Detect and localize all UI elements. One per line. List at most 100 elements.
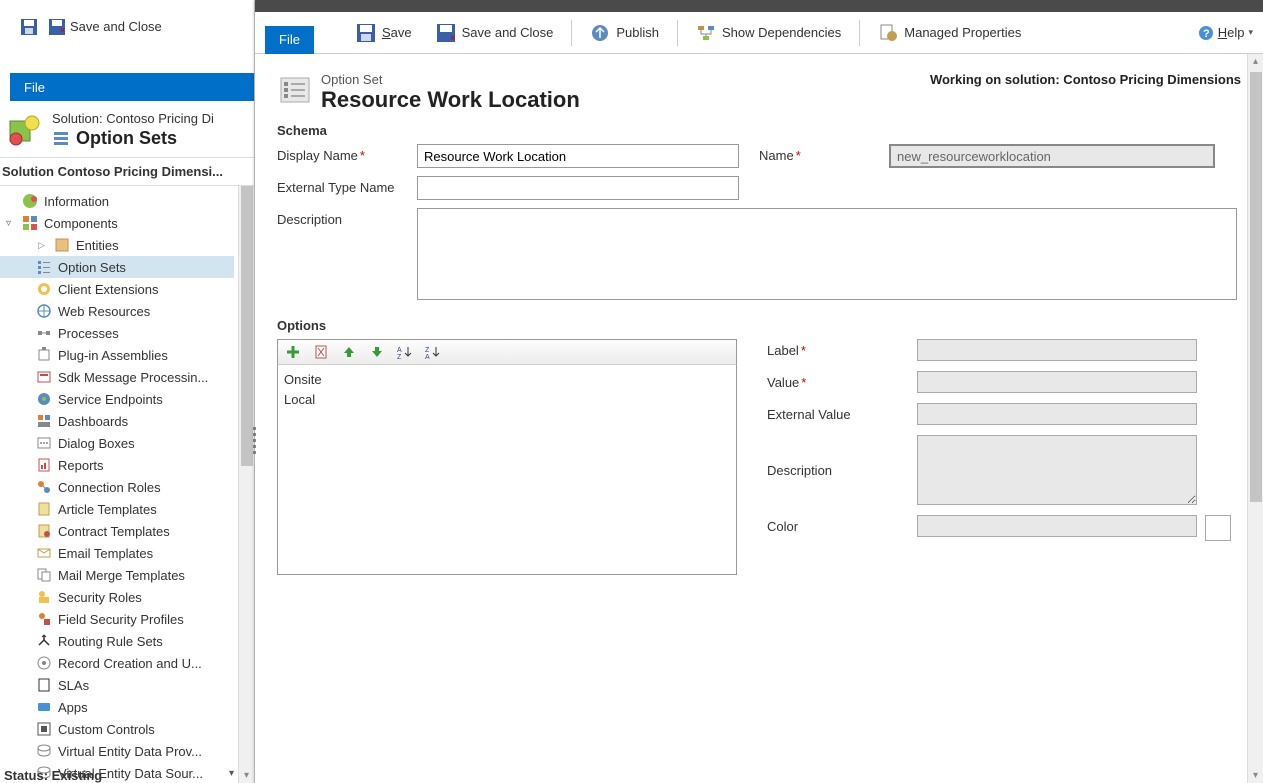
options-toolbar: AZ ZA bbox=[277, 339, 737, 365]
move-down-button[interactable] bbox=[368, 343, 386, 361]
name-label: Name* bbox=[739, 144, 889, 163]
tree-email-templates[interactable]: Email Templates bbox=[0, 542, 234, 564]
tree-virtual-entity-prov[interactable]: Virtual Entity Data Prov... bbox=[0, 740, 234, 762]
tree-components[interactable]: ▿ Components bbox=[0, 212, 234, 234]
tree-contract-templates[interactable]: Contract Templates bbox=[0, 520, 234, 542]
tree-dialog-boxes[interactable]: Dialog Boxes bbox=[0, 432, 234, 454]
header-type: Option Set bbox=[321, 72, 930, 87]
opt-color-label: Color bbox=[767, 515, 917, 534]
tree-connection-roles[interactable]: Connection Roles bbox=[0, 476, 234, 498]
tree-apps[interactable]: Apps bbox=[0, 696, 234, 718]
svg-text:Z: Z bbox=[397, 354, 402, 359]
routing-icon bbox=[36, 633, 52, 649]
tree-dashboards[interactable]: Dashboards bbox=[0, 410, 234, 432]
editor-pane: File Save × Save and Close Publish bbox=[255, 0, 1263, 783]
email-icon bbox=[36, 545, 52, 561]
dependencies-icon bbox=[696, 23, 716, 43]
save-and-close-button[interactable]: × Save and Close bbox=[424, 17, 566, 49]
tree-option-sets[interactable]: Option Sets bbox=[0, 256, 234, 278]
save-icon bbox=[20, 18, 38, 36]
left-toolbar: × Save and Close bbox=[0, 0, 254, 53]
save-close-icon: × bbox=[48, 18, 66, 36]
color-swatch[interactable] bbox=[1205, 515, 1231, 541]
tree-sdk-message[interactable]: Sdk Message Processin... bbox=[0, 366, 234, 388]
dashboard-icon bbox=[36, 413, 52, 429]
display-name-input[interactable] bbox=[417, 144, 739, 168]
section-title: Solution Contoso Pricing Dimensi... bbox=[0, 157, 254, 186]
help-icon: ? bbox=[1198, 25, 1214, 41]
dialog-icon bbox=[36, 435, 52, 451]
opt-value-label: Value* bbox=[767, 371, 917, 390]
solution-explorer-pane: × Save and Close File Solution: Contoso … bbox=[0, 0, 255, 783]
solution-icon bbox=[4, 111, 44, 151]
sla-icon bbox=[36, 677, 52, 693]
options-section-label: Options bbox=[277, 318, 1241, 333]
tree-custom-controls[interactable]: Custom Controls bbox=[0, 718, 234, 740]
schema-section-label: Schema bbox=[277, 123, 1241, 138]
options-list[interactable]: Onsite Local bbox=[277, 365, 737, 575]
save-close-label: Save and Close bbox=[70, 19, 162, 34]
tree-processes[interactable]: Processes bbox=[0, 322, 234, 344]
save-icon bbox=[356, 23, 376, 43]
external-type-input[interactable] bbox=[417, 176, 739, 200]
sort-desc-button[interactable]: ZA bbox=[424, 343, 442, 361]
external-type-label: External Type Name bbox=[277, 176, 417, 195]
move-up-button[interactable] bbox=[340, 343, 358, 361]
window-chrome bbox=[255, 0, 1263, 12]
tree-slas[interactable]: SLAs bbox=[0, 674, 234, 696]
managed-properties-button[interactable]: Managed Properties bbox=[866, 17, 1033, 49]
expand-icon[interactable]: ▷ bbox=[38, 240, 48, 251]
tree-entities[interactable]: ▷ Entities bbox=[0, 234, 234, 256]
publish-icon bbox=[590, 23, 610, 43]
tree-plugin-assemblies[interactable]: Plug-in Assemblies bbox=[0, 344, 234, 366]
description-input[interactable] bbox=[417, 208, 1237, 300]
publish-button[interactable]: Publish bbox=[578, 17, 671, 49]
file-menu-right[interactable]: File bbox=[265, 26, 314, 54]
save-button-small[interactable] bbox=[20, 18, 38, 36]
tree-routing-rule[interactable]: Routing Rule Sets bbox=[0, 630, 234, 652]
add-option-button[interactable] bbox=[284, 343, 302, 361]
tree-field-security[interactable]: Field Security Profiles bbox=[0, 608, 234, 630]
apps-icon bbox=[36, 699, 52, 715]
endpoint-icon bbox=[36, 391, 52, 407]
entity-icon bbox=[54, 237, 70, 253]
svg-text:A: A bbox=[425, 354, 430, 359]
ve-prov-icon bbox=[36, 743, 52, 759]
tree-reports[interactable]: Reports bbox=[0, 454, 234, 476]
record-create-icon bbox=[36, 655, 52, 671]
delete-option-button[interactable] bbox=[312, 343, 330, 361]
more-indicator-icon: ▾ bbox=[229, 768, 234, 779]
option-item[interactable]: Onsite bbox=[284, 369, 730, 389]
tree-service-endpoints[interactable]: Service Endpoints bbox=[0, 388, 234, 410]
save-button[interactable]: Save bbox=[344, 17, 424, 49]
opt-external-label: External Value bbox=[767, 403, 917, 422]
tree-mail-merge[interactable]: Mail Merge Templates bbox=[0, 564, 234, 586]
working-solution-label: Working on solution: Contoso Pricing Dim… bbox=[930, 72, 1241, 87]
connection-icon bbox=[36, 479, 52, 495]
help-menu[interactable]: ? Help ▾ bbox=[1198, 25, 1253, 41]
opt-label-input bbox=[917, 339, 1197, 361]
right-scrollbar[interactable]: ▴ ▾ bbox=[1247, 54, 1263, 783]
tree-security-roles[interactable]: Security Roles bbox=[0, 586, 234, 608]
expand-collapse-icon[interactable]: ▿ bbox=[6, 218, 16, 229]
opt-description-input bbox=[917, 435, 1197, 505]
tree-record-creation[interactable]: Record Creation and U... bbox=[0, 652, 234, 674]
content-area: Option Set Resource Work Location Workin… bbox=[255, 54, 1263, 783]
web-icon bbox=[36, 303, 52, 319]
tree-article-templates[interactable]: Article Templates bbox=[0, 498, 234, 520]
display-name-label: Display Name* bbox=[277, 144, 417, 163]
tree-web-resources[interactable]: Web Resources bbox=[0, 300, 234, 322]
solution-label: Solution: Contoso Pricing Di bbox=[52, 111, 250, 126]
sdk-icon bbox=[36, 369, 52, 385]
svg-text:×: × bbox=[450, 33, 456, 43]
svg-text:?: ? bbox=[1203, 28, 1210, 40]
file-menu-left[interactable]: File bbox=[10, 73, 254, 101]
save-and-close-button-left[interactable]: × Save and Close bbox=[48, 18, 162, 36]
status-bar: Status: Existing bbox=[4, 768, 102, 783]
tree-client-extensions[interactable]: Client Extensions bbox=[0, 278, 234, 300]
show-dependencies-button[interactable]: Show Dependencies bbox=[684, 17, 853, 49]
sort-asc-button[interactable]: AZ bbox=[396, 343, 414, 361]
left-scrollbar[interactable]: ▾ bbox=[238, 186, 254, 783]
option-item[interactable]: Local bbox=[284, 389, 730, 409]
tree-information[interactable]: Information bbox=[0, 190, 234, 212]
